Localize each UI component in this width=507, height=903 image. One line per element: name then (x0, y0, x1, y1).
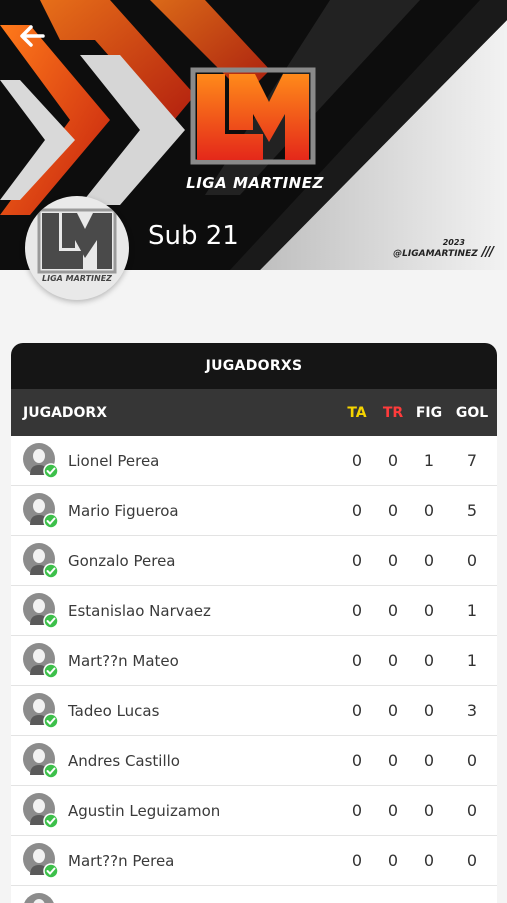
player-row[interactable]: Andres Castillo0000 (11, 736, 497, 786)
player-avatar (23, 493, 59, 529)
player-avatar-icon (23, 893, 59, 903)
player-ta: 0 (339, 451, 375, 470)
player-name: Tadeo Lucas (59, 702, 339, 720)
player-ta: 0 (339, 601, 375, 620)
player-avatar (23, 443, 59, 479)
col-tr: TR (375, 405, 411, 421)
player-ta: 0 (339, 651, 375, 670)
social-handle: 2023 @LIGAMARTINEZ /// (393, 238, 493, 259)
player-gol: 1 (447, 601, 497, 620)
player-tr: 0 (375, 801, 411, 820)
player-tr: 0 (375, 501, 411, 520)
player-avatar-icon (23, 843, 59, 879)
player-tr: 0 (375, 451, 411, 470)
col-fig: FIG (411, 405, 447, 421)
player-fig: 0 (411, 701, 447, 720)
player-avatar-icon (23, 743, 59, 779)
player-fig: 0 (411, 501, 447, 520)
brand-name: LIGA MARTINEZ (150, 174, 360, 192)
player-fig: 0 (411, 751, 447, 770)
player-avatar-icon (23, 793, 59, 829)
player-avatar (23, 793, 59, 829)
player-tr: 0 (375, 601, 411, 620)
player-name: Mario Figueroa (59, 502, 339, 520)
back-button[interactable] (14, 18, 50, 54)
player-ta: 0 (339, 501, 375, 520)
player-row[interactable]: Mario Figueroa0005 (11, 486, 497, 536)
player-gol: 1 (447, 651, 497, 670)
player-ta: 0 (339, 751, 375, 770)
player-name: Mart??n Perea (59, 852, 339, 870)
player-ta: 0 (339, 701, 375, 720)
player-avatar (23, 843, 59, 879)
player-name: Estanislao Narvaez (59, 602, 339, 620)
player-fig: 0 (411, 551, 447, 570)
player-fig: 0 (411, 601, 447, 620)
players-card-title: JUGADORXS (11, 343, 497, 389)
player-ta: 0 (339, 551, 375, 570)
player-avatar-icon (23, 643, 59, 679)
player-name: Mart??n Mateo (59, 652, 339, 670)
player-avatar-icon (23, 443, 59, 479)
player-avatar (23, 643, 59, 679)
col-gol: GOL (447, 405, 497, 421)
player-name: Andres Castillo (59, 752, 339, 770)
player-name: Agustin Leguizamon (59, 802, 339, 820)
player-fig: 0 (411, 801, 447, 820)
league-logo (185, 62, 321, 172)
player-gol: 0 (447, 851, 497, 870)
player-row[interactable] (11, 886, 497, 903)
team-logo-text: LIGA MARTINEZ (25, 274, 129, 283)
arrow-left-icon (19, 25, 45, 47)
player-gol: 5 (447, 501, 497, 520)
player-avatar (23, 693, 59, 729)
player-ta: 0 (339, 851, 375, 870)
player-gol: 0 (447, 751, 497, 770)
team-name: Sub 21 (148, 221, 239, 251)
handle-marks: /// (482, 245, 493, 260)
player-fig: 0 (411, 651, 447, 670)
player-avatar (23, 593, 59, 629)
players-card: JUGADORXS JUGADORX TA TR FIG GOL Lionel … (11, 343, 497, 903)
player-avatar-icon (23, 693, 59, 729)
player-row[interactable]: Estanislao Narvaez0001 (11, 586, 497, 636)
team-logo-icon (25, 196, 129, 300)
handle-text: @LIGAMARTINEZ (393, 249, 478, 259)
player-gol: 3 (447, 701, 497, 720)
player-row[interactable]: Lionel Perea0017 (11, 436, 497, 486)
player-tr: 0 (375, 851, 411, 870)
player-row[interactable]: Agustin Leguizamon0000 (11, 786, 497, 836)
col-player: JUGADORX (11, 405, 339, 421)
player-fig: 1 (411, 451, 447, 470)
player-name: Gonzalo Perea (59, 552, 339, 570)
player-gol: 0 (447, 801, 497, 820)
player-tr: 0 (375, 751, 411, 770)
player-avatar-icon (23, 543, 59, 579)
players-list: Lionel Perea0017Mario Figueroa0005Gonzal… (11, 436, 497, 903)
player-gol: 0 (447, 551, 497, 570)
player-tr: 0 (375, 701, 411, 720)
player-name: Lionel Perea (59, 452, 339, 470)
player-avatar-icon (23, 493, 59, 529)
player-fig: 0 (411, 851, 447, 870)
team-avatar: LIGA MARTINEZ (25, 196, 129, 300)
player-row[interactable]: Tadeo Lucas0003 (11, 686, 497, 736)
player-avatar-icon (23, 593, 59, 629)
player-tr: 0 (375, 651, 411, 670)
player-row[interactable]: Mart??n Perea0000 (11, 836, 497, 886)
player-row[interactable]: Gonzalo Perea0000 (11, 536, 497, 586)
player-ta: 0 (339, 801, 375, 820)
player-row[interactable]: Mart??n Mateo0001 (11, 636, 497, 686)
col-ta: TA (339, 405, 375, 421)
handle-year: 2023 (393, 238, 465, 248)
player-tr: 0 (375, 551, 411, 570)
player-gol: 7 (447, 451, 497, 470)
player-avatar (23, 543, 59, 579)
player-avatar (23, 893, 59, 903)
league-logo-mark (185, 62, 321, 172)
table-header: JUGADORX TA TR FIG GOL (11, 389, 497, 436)
player-avatar (23, 743, 59, 779)
